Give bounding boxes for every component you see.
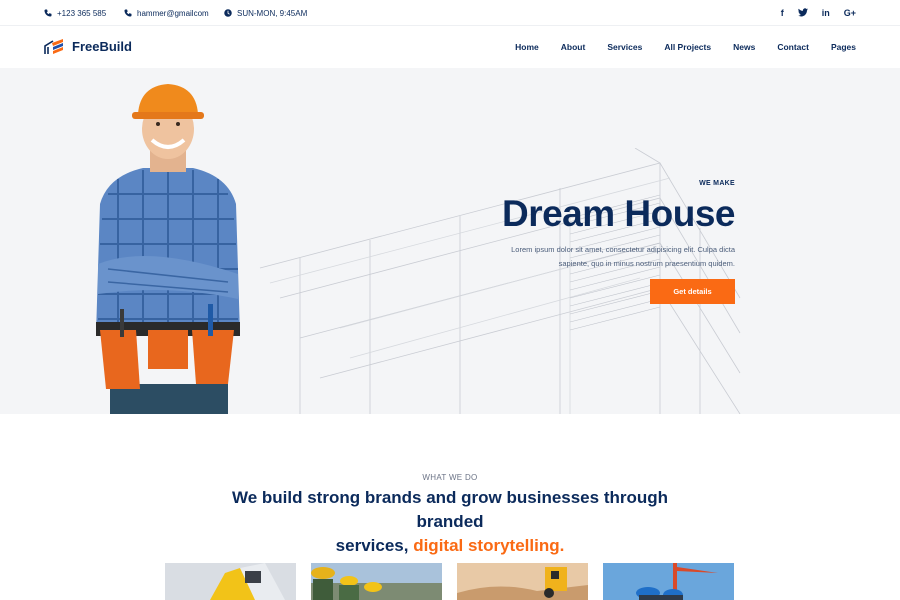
clock-icon <box>224 9 232 17</box>
hero-text: WE MAKE Dream House Lorem ipsum dolor si… <box>415 180 736 271</box>
facebook-icon[interactable]: f <box>781 8 784 18</box>
nav-pages[interactable]: Pages <box>831 42 856 52</box>
main-navbar: FreeBuild Home About Services All Projec… <box>0 26 900 68</box>
phone-icon <box>124 9 132 17</box>
service-thumbnail[interactable] <box>603 563 734 600</box>
phone-info: +123 365 585 <box>44 0 106 26</box>
hours-info: SUN-MON, 9:45AM <box>224 0 307 26</box>
hero-description-line: Lorem ipsum dolor sit amet, consectetur … <box>511 245 735 254</box>
service-thumbnail[interactable] <box>311 563 442 600</box>
top-bar: +123 365 585 hammer@gmailcom SUN-MON, 9:… <box>0 0 900 26</box>
nav-home[interactable]: Home <box>515 42 539 52</box>
nav-about[interactable]: About <box>561 42 586 52</box>
email-info: hammer@gmailcom <box>124 0 209 26</box>
phone-icon <box>44 9 52 17</box>
nav-news[interactable]: News <box>733 42 755 52</box>
get-details-button[interactable]: Get details <box>650 279 735 304</box>
linkedin-icon[interactable]: in <box>822 8 830 18</box>
nav-menu: Home About Services All Projects News Co… <box>515 26 856 68</box>
hero-section: WE MAKE Dream House Lorem ipsum dolor si… <box>0 68 900 414</box>
hero-description-line: sapiente, quo in minus nostrum praesenti… <box>558 259 735 268</box>
hero-eyebrow: WE MAKE <box>699 180 735 187</box>
business-hours: SUN-MON, 9:45AM <box>237 8 308 18</box>
service-thumbnail[interactable] <box>165 563 296 600</box>
twitter-icon[interactable] <box>797 7 808 19</box>
heading-line-1: We build strong brands and grow business… <box>231 488 669 531</box>
brand-name: FreeBuild <box>72 39 132 54</box>
service-thumbnails <box>165 563 735 600</box>
service-thumbnail[interactable] <box>457 563 588 600</box>
brand-logo[interactable]: FreeBuild <box>44 38 132 55</box>
logo-icon <box>44 39 63 54</box>
nav-contact[interactable]: Contact <box>777 42 809 52</box>
hero-title: Dream House <box>501 193 736 234</box>
hero-description: Lorem ipsum dolor sit amet, consectetur … <box>415 243 735 271</box>
email-address[interactable]: hammer@gmailcom <box>137 9 209 18</box>
construction-worker-image <box>96 84 240 414</box>
section-heading: We build strong brands and grow business… <box>200 486 700 558</box>
nav-all-projects[interactable]: All Projects <box>664 42 711 52</box>
heading-line-2: services, <box>335 536 409 555</box>
phone-number: +123 365 585 <box>57 8 107 18</box>
social-links: f in G+ <box>781 0 856 26</box>
nav-services[interactable]: Services <box>607 42 642 52</box>
heading-accent: digital storytelling. <box>413 536 565 555</box>
google-plus-icon[interactable]: G+ <box>844 8 856 18</box>
section-eyebrow: WHAT WE DO <box>422 473 478 482</box>
